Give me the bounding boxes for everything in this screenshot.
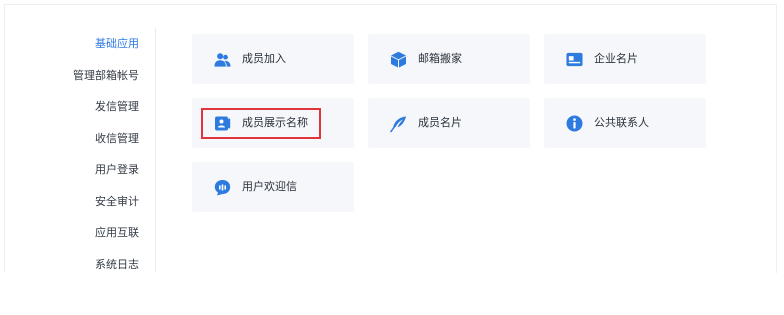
card-public-contacts[interactable]: 公共联系人 xyxy=(544,98,706,148)
sidebar-item-user-login[interactable]: 用户登录 xyxy=(5,154,155,186)
sidebar-item-system-log[interactable]: 系统日志 xyxy=(5,249,155,281)
sidebar-item-basic-apps[interactable]: 基础应用 xyxy=(5,28,155,60)
card-label: 企业名片 xyxy=(594,52,638,65)
business-card-icon xyxy=(566,51,583,68)
sidebar-item-security-audit[interactable]: 安全审计 xyxy=(5,186,155,218)
settings-sidebar: 基础应用 管理部箱帐号 发信管理 收信管理 用户登录 安全审计 应用互联 系统日… xyxy=(5,28,156,272)
card-member-join[interactable]: 成员加入 xyxy=(192,34,354,84)
sidebar-item-outgoing-management[interactable]: 发信管理 xyxy=(5,91,155,123)
card-label: 邮箱搬家 xyxy=(418,52,462,65)
sidebar-item-incoming-management[interactable]: 收信管理 xyxy=(5,123,155,155)
card-label: 成员展示名称 xyxy=(242,116,308,129)
users-add-icon xyxy=(214,51,231,68)
chat-bubble-icon xyxy=(214,179,231,196)
card-user-welcome-letter[interactable]: 用户欢迎信 xyxy=(192,162,354,212)
card-label: 公共联系人 xyxy=(594,116,649,129)
card-label: 成员名片 xyxy=(418,116,462,129)
card-mailbox-migration[interactable]: 邮箱搬家 xyxy=(368,34,530,84)
feather-icon xyxy=(390,115,407,132)
sidebar-item-app-interconnect[interactable]: 应用互联 xyxy=(5,217,155,249)
info-icon xyxy=(566,115,583,132)
card-company-card[interactable]: 企业名片 xyxy=(544,34,706,84)
card-label: 成员加入 xyxy=(242,52,286,65)
card-member-display-name[interactable]: 成员展示名称 xyxy=(192,98,354,148)
box-icon xyxy=(390,51,407,68)
sidebar-item-admin-accounts[interactable]: 管理部箱帐号 xyxy=(5,60,155,92)
card-member-card[interactable]: 成员名片 xyxy=(368,98,530,148)
card-label: 用户欢迎信 xyxy=(242,180,297,193)
id-badge-icon xyxy=(214,115,231,132)
